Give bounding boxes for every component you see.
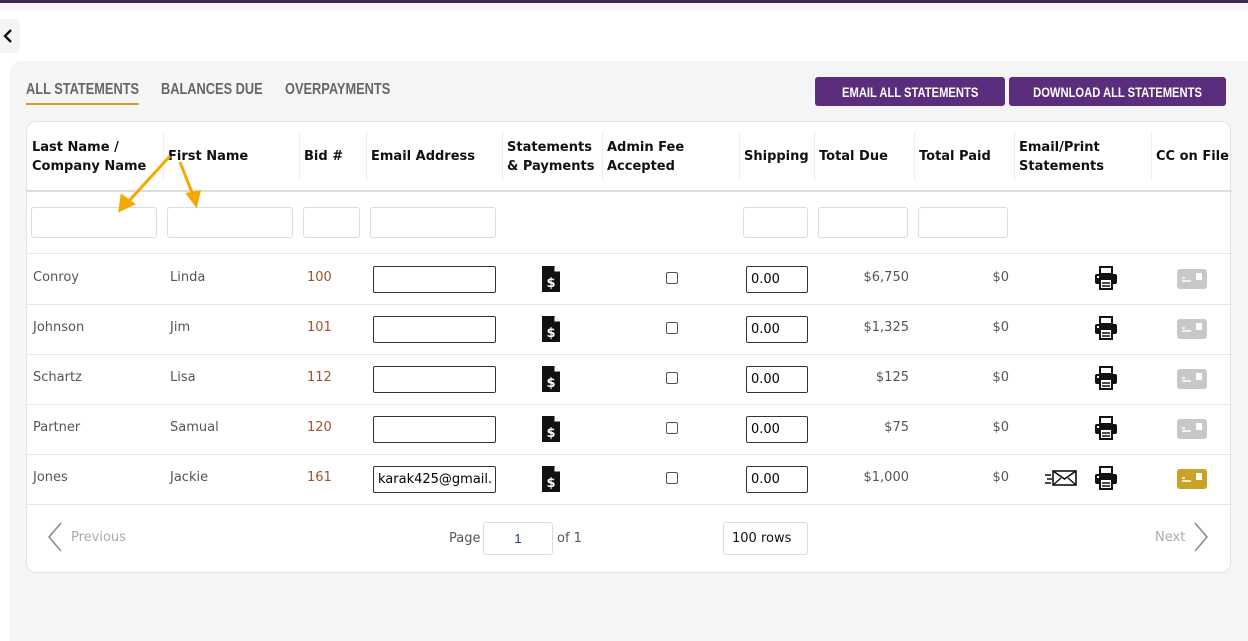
annotation-arrow bbox=[126, 154, 172, 204]
annotation-arrow bbox=[178, 161, 195, 196]
annotation-arrowhead bbox=[185, 190, 201, 209]
annotation-arrows bbox=[118, 154, 201, 213]
